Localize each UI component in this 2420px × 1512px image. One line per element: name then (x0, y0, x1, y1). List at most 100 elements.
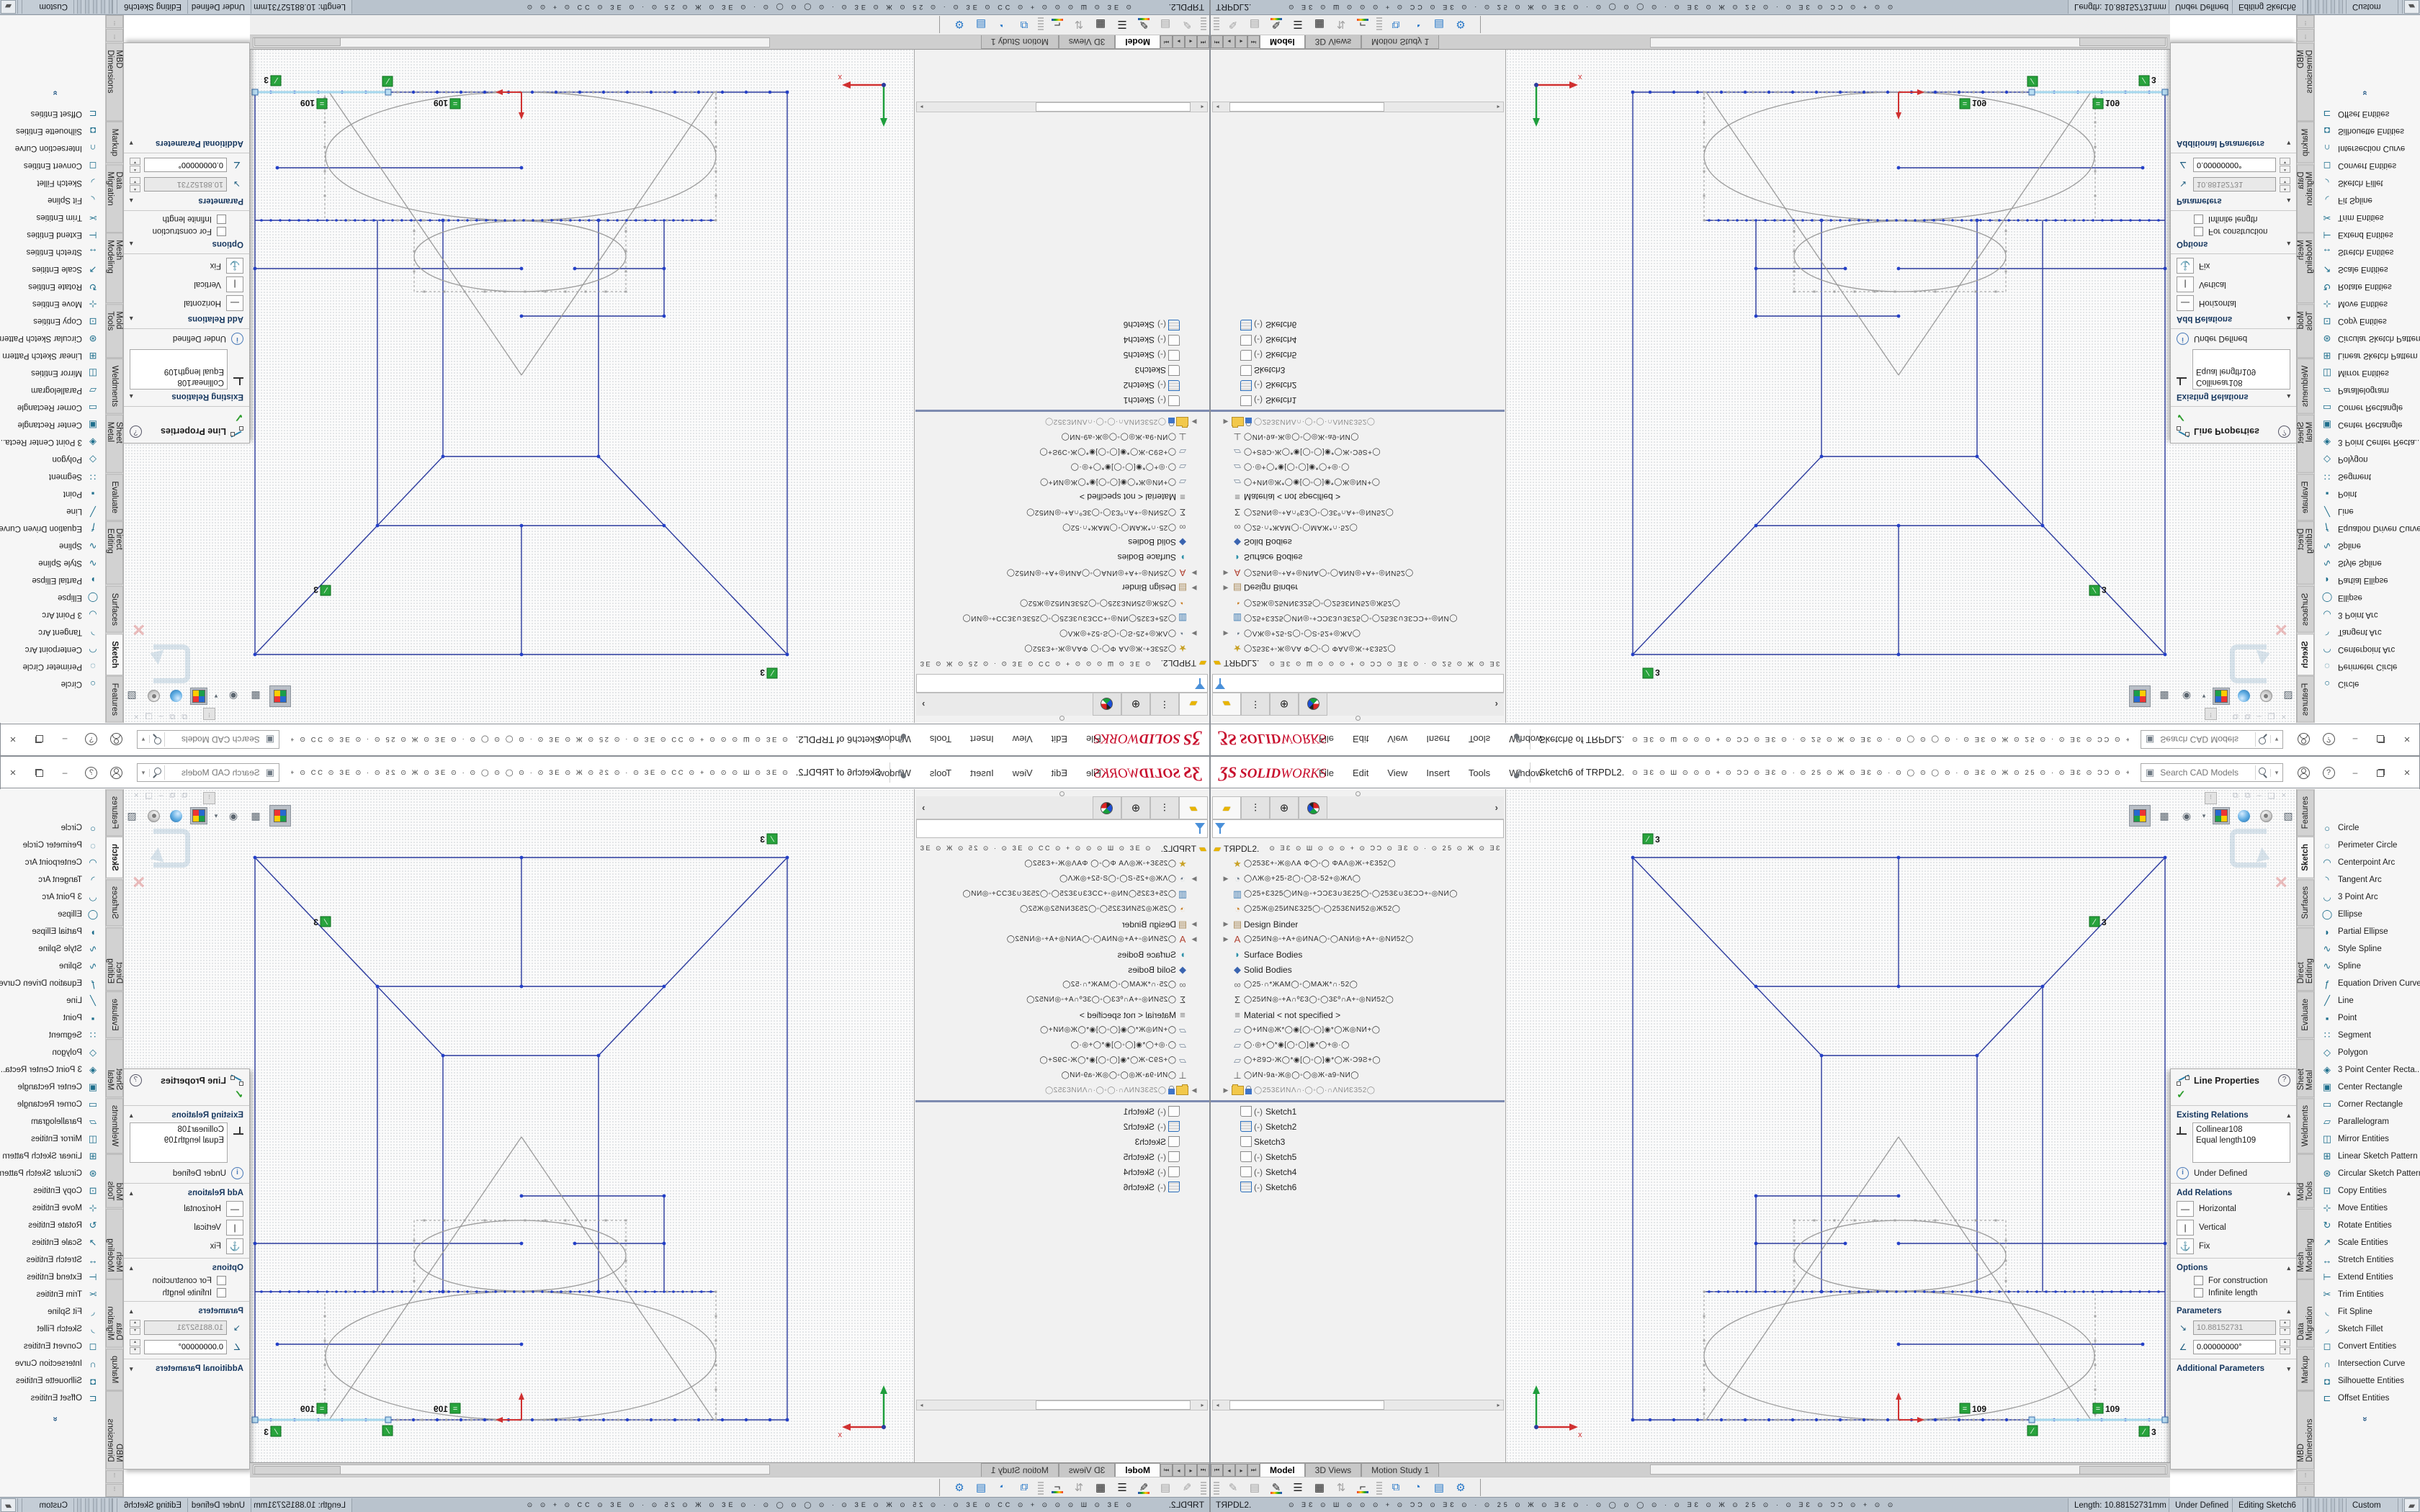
length-input[interactable] (144, 1320, 227, 1335)
markup-pen-icon[interactable]: ✎ (1133, 19, 1155, 32)
tree-item[interactable]: ▶A◯25ИΝ◎◦+А+◎ИΝА◯◦◯АΝИ◎+А+◦◎ΝИ52◯ (1211, 565, 1505, 580)
scroll-left-arrow[interactable]: ◂ (1198, 1402, 1207, 1408)
tool-three-point-arc[interactable]: ◡3 Point Arc (2315, 888, 2420, 906)
cm-tab-features[interactable]: Features (106, 676, 123, 723)
restore-button[interactable] (32, 765, 48, 780)
sketch-tree-item[interactable]: (-)Sketch6 (1211, 318, 1505, 333)
steps-icon[interactable]: ⌐ (1352, 1481, 1373, 1493)
tool-rotate-entities[interactable]: ↻Rotate Entities (0, 278, 105, 295)
tool-convert-entities[interactable]: ◻Convert Entities (2315, 157, 2420, 174)
tree-item[interactable]: ★◯253Ɛ+◦Ж◎ΛА Φ◯◦◯ ΦАΛ◎Ж◦+Ɛ352◯ (915, 641, 1209, 656)
help-button[interactable]: ? (2321, 765, 2336, 780)
tree-item[interactable]: ▶A◯25ИΝ◎◦+А+◎ИΝА◯◦◯АΝИ◎+А+◦◎ΝИ52◯ (915, 932, 1209, 947)
tool-segment[interactable]: ∷Segment (0, 468, 105, 485)
equal-length-badge-109[interactable]: =109 (300, 1403, 327, 1414)
search-box[interactable]: ▣▾ (137, 730, 279, 749)
tree-item[interactable]: ★◯253Ɛ+◦Ж◎ΛА Φ◯◦◯ ΦАΛ◎Ж◦+Ɛ352◯ (1211, 856, 1505, 871)
minimize-button[interactable]: – (57, 765, 73, 780)
cm-tab-surfaces[interactable]: Surfaces (106, 879, 123, 926)
tool-three-point-center-rect[interactable]: ◈3 Point Center Recta... (2315, 1061, 2420, 1079)
spin-up[interactable]: ▴ (130, 166, 140, 173)
tool-polygon[interactable]: ◇Polygon (0, 451, 105, 468)
horizontal-icon[interactable]: — (226, 1201, 243, 1217)
cm-tab-markup[interactable]: Markup (106, 1349, 123, 1390)
vertical-icon[interactable]: | (226, 276, 243, 292)
tree-item[interactable]: ⊥◯ИΝ◦9a◦Ж◎◯◦◯◎Ж◦a9◦ΝИ◯ (1211, 429, 1505, 444)
sketch-tree-item[interactable]: Sketch3 (915, 363, 1209, 378)
angle-spinner[interactable]: ▴▾ (130, 158, 140, 173)
tool-parallelogram[interactable]: ▱Parallelogram (0, 1113, 105, 1130)
section-parameters[interactable]: Parameters▴ (2171, 194, 2296, 208)
cm-tab-markup[interactable]: Markup (2297, 1349, 2314, 1390)
tree-item[interactable]: ≡Material < not specified > (1211, 490, 1505, 505)
tab-displaymanager[interactable] (1299, 796, 1327, 819)
tool-trim-entities[interactable]: ✂Trim Entities (2315, 209, 2420, 226)
tool-tangent-arc[interactable]: ◝Tangent Arc (2315, 624, 2420, 641)
tool-spline[interactable]: ∿Spline (2315, 537, 2420, 554)
cm-tab-features[interactable]: Features (2297, 789, 2314, 836)
pin-icon[interactable] (1513, 768, 1523, 778)
more-tools-chevron-icon[interactable]: » (50, 87, 60, 99)
tree-item[interactable]: ▥◯25+Ɛ325◯ИΝ◎◦+ƆƆƐ3∪3Ɛ25◯◦◯253Ɛ∪3ƐƆƆ+◦◎Ν… (915, 886, 1209, 901)
search-input[interactable] (165, 734, 261, 745)
tree-root[interactable]: ▰TЯPDL2.⊙ ƎƐ ⊙ Ш ⊙ ⊙ ⊙ + ⊙ ƆƆ ⊙ ƎƐ ⊙ · ⊙… (915, 656, 1209, 671)
markup-arrows-icon[interactable]: ⇅ (1068, 19, 1090, 32)
tree-root[interactable]: ▰TЯPDL2.⊙ ƎƐ ⊙ Ш ⊙ ⊙ ⊙ + ⊙ ƆƆ ⊙ ƎƐ ⊙ · ⊙… (1211, 656, 1505, 671)
tool-offset-entities[interactable]: ⊏Offset Entities (2315, 1390, 2420, 1407)
tree-item[interactable]: ⊥◯ИΝ◦9a◦Ж◎◯◦◯◎Ж◦a9◦ΝИ◯ (915, 1068, 1209, 1083)
tool-centerpoint-arc[interactable]: ◠Centerpoint Arc (0, 641, 105, 658)
cm-tab-stub[interactable]: ⋮ (106, 1470, 123, 1483)
pin-icon[interactable] (897, 734, 907, 744)
sketch-tree-item[interactable]: (-)Sketch4 (1211, 333, 1505, 348)
cm-tab-sheet-metal[interactable]: Sheet Metal (106, 1039, 123, 1097)
menu-item-file[interactable]: File (1086, 768, 1101, 778)
relation-item[interactable]: Collinear108 (2196, 1125, 2287, 1135)
first-tab-button[interactable]: ⏮ (1197, 35, 1209, 48)
close-button[interactable]: × (2399, 765, 2415, 780)
tool-circle[interactable]: ○Circle (2315, 819, 2420, 837)
tool-scale-entities[interactable]: ↗Scale Entities (0, 261, 105, 278)
checkbox[interactable] (217, 215, 226, 224)
relations-listbox[interactable]: Collinear108Equal length109 (130, 349, 228, 390)
folder-check-icon[interactable]: ▤ (1428, 19, 1450, 32)
tool-ellipse[interactable]: ◯Ellipse (2315, 906, 2420, 923)
tool-fit-spline[interactable]: ◟Fit Spline (0, 192, 105, 209)
tool-polygon[interactable]: ◇Polygon (0, 1044, 105, 1061)
tool-equation-curve[interactable]: ƒEquation Driven Curve (2315, 520, 2420, 537)
cm-tab-sketch[interactable]: Sketch (106, 837, 123, 878)
preview-check-icon[interactable]: ⧉ (1385, 1481, 1407, 1493)
tabs-expand-arrow[interactable]: › (1495, 802, 1504, 813)
pm-help-icon[interactable]: ? (2278, 426, 2290, 438)
spin-down[interactable]: ▾ (2280, 1328, 2290, 1335)
cm-tab-evaluate[interactable]: Evaluate (106, 474, 123, 521)
line-thickness-icon[interactable]: ☰ (1111, 1481, 1133, 1494)
checkbox[interactable] (2194, 215, 2203, 224)
tab-featuremanager[interactable]: ▰ (1179, 693, 1208, 716)
scroll-left-arrow[interactable]: ◂ (1198, 104, 1207, 110)
scroll-thumb[interactable] (254, 1466, 341, 1475)
spin-up[interactable]: ▴ (130, 185, 140, 192)
checkbox[interactable] (217, 1288, 226, 1297)
pm-ok-button[interactable]: ✓ (124, 409, 249, 424)
search-dropdown-caret[interactable]: ▾ (138, 736, 150, 744)
horizontal-icon[interactable]: — (2177, 1201, 2194, 1217)
spin-down[interactable]: ▾ (2280, 158, 2290, 165)
angle-input[interactable] (2193, 158, 2276, 173)
search-dropdown-caret[interactable]: ▾ (138, 769, 150, 777)
tree-item[interactable]: ▱◯+ИΝ◎Ж*◯◉[◯◦◯]◉*◯Ж◎ΝИ+◯ (915, 474, 1209, 490)
sketch-tree-item[interactable]: (-)Sketch2 (915, 378, 1209, 393)
fix-anchor-icon[interactable]: ⚓ (2177, 258, 2194, 274)
tree-item[interactable]: ★◯253Ɛ+◦Ж◎ΛА Φ◯◦◯ ΦАΛ◎Ж◦+Ɛ352◯ (915, 856, 1209, 871)
account-button[interactable] (2295, 732, 2311, 747)
expand-arrow[interactable]: ▶ (1189, 584, 1199, 592)
sketch-tree-item[interactable]: (-)Sketch6 (915, 1179, 1209, 1194)
relations-listbox[interactable]: Collinear108Equal length109 (2192, 349, 2290, 390)
tree-item[interactable]: ▱◯+ИΝ◎Ж*◯◉[◯◦◯]◉*◯Ж◎ΝИ+◯ (1211, 474, 1505, 490)
tool-equation-curve[interactable]: ƒEquation Driven Curve (2315, 975, 2420, 992)
tool-ellipse[interactable]: ◯Ellipse (2315, 589, 2420, 606)
cm-tab-stub[interactable]: ⋮ (106, 29, 123, 42)
relation-badge-3[interactable]: ∕3 (313, 917, 331, 927)
tool-mirror-entities[interactable]: ◫Mirror Entities (0, 364, 105, 382)
doc-tab-3d-views[interactable]: 3D Views (1059, 35, 1115, 49)
doc-tab-3d-views[interactable]: 3D Views (1305, 1463, 1361, 1477)
